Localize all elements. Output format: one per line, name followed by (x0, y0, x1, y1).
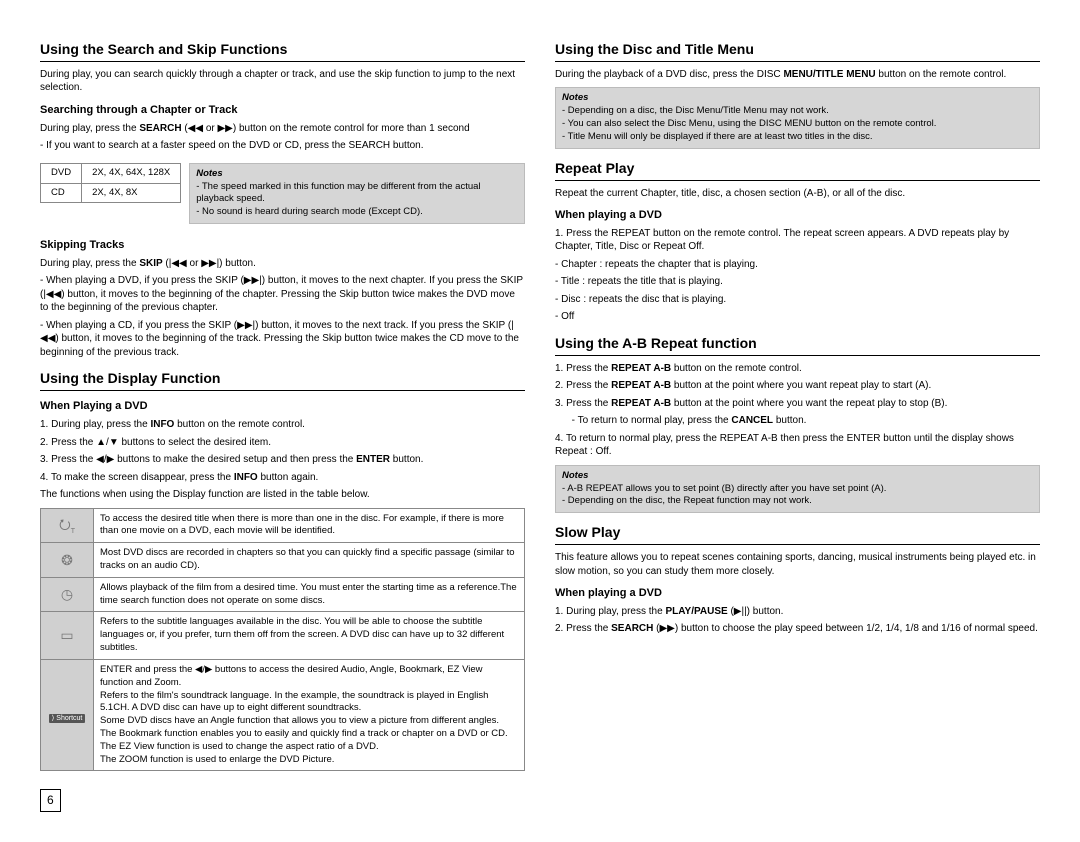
slow-l1: 1. During play, press the PLAY/PAUSE (▶|… (555, 605, 1040, 619)
chapter-desc: Most DVD discs are recorded in chapters … (94, 543, 525, 578)
skipping-line2: - When playing a DVD, if you press the S… (40, 274, 525, 315)
repeat-l4: - Disc : repeats the disc that is playin… (555, 293, 1040, 307)
ab-l1: 1. Press the REPEAT A-B button on the re… (555, 362, 1040, 376)
slow-subhead: When playing a DVD (555, 586, 1040, 601)
section-display-title: Using the Display Function (40, 369, 525, 391)
searching-subhead: Searching through a Chapter or Track (40, 103, 525, 118)
display-l4: 4. To make the screen disappear, press t… (40, 471, 525, 485)
time-icon: ◷ (41, 577, 94, 612)
disc-menu-intro: During the playback of a DVD disc, press… (555, 68, 1040, 82)
left-column: Using the Search and Skip Functions Duri… (40, 30, 525, 812)
shortcut-icon: ⟩ Shortcut (41, 659, 94, 771)
repeat-intro: Repeat the current Chapter, title, disc,… (555, 187, 1040, 201)
section-ab-title: Using the A-B Repeat function (555, 334, 1040, 356)
ab-l3: 3. Press the REPEAT A-B button at the po… (555, 397, 1040, 411)
subtitle-icon: ▭ (41, 612, 94, 659)
repeat-subhead: When playing a DVD (555, 208, 1040, 223)
title-icon: ⭮T (41, 508, 94, 543)
slow-l2: 2. Press the SEARCH (▶▶) button to choos… (555, 622, 1040, 636)
display-l3: 3. Press the ◀/▶ buttons to make the des… (40, 453, 525, 467)
page-number: 6 (40, 789, 61, 811)
ab-notes: Notes - A-B REPEAT allows you to set poi… (555, 465, 1040, 513)
skipping-line1: During play, press the SKIP (|◀◀ or ▶▶|)… (40, 257, 525, 271)
section-slow-title: Slow Play (555, 523, 1040, 545)
chapter-icon: ❂ (41, 543, 94, 578)
speed-table: DVD2X, 4X, 64X, 128X CD2X, 4X, 8X (40, 163, 181, 204)
subtitle-desc: Refers to the subtitle languages availab… (94, 612, 525, 659)
time-desc: Allows playback of the film from a desir… (94, 577, 525, 612)
display-funcs-intro: The functions when using the Display fun… (40, 488, 525, 502)
right-column: Using the Disc and Title Menu During the… (555, 30, 1040, 812)
section-search-skip-title: Using the Search and Skip Functions (40, 40, 525, 62)
display-l1: 1. During play, press the INFO button on… (40, 418, 525, 432)
speed-and-notes: DVD2X, 4X, 64X, 128X CD2X, 4X, 8X Notes … (40, 157, 525, 230)
ab-l2: 2. Press the REPEAT A-B button at the po… (555, 379, 1040, 393)
repeat-l1: 1. Press the REPEAT button on the remote… (555, 227, 1040, 254)
skipping-subhead: Skipping Tracks (40, 238, 525, 253)
section-repeat-title: Repeat Play (555, 159, 1040, 181)
manual-page: Using the Search and Skip Functions Duri… (40, 30, 1040, 812)
slow-intro: This feature allows you to repeat scenes… (555, 551, 1040, 578)
repeat-l3: - Title : repeats the title that is play… (555, 275, 1040, 289)
searching-line1: During play, press the SEARCH (◀◀ or ▶▶)… (40, 122, 525, 136)
display-subhead: When Playing a DVD (40, 399, 525, 414)
skipping-line3: - When playing a CD, if you press the SK… (40, 319, 525, 360)
title-desc: To access the desired title when there i… (94, 508, 525, 543)
disc-menu-notes: Notes - Depending on a disc, the Disc Me… (555, 87, 1040, 148)
search-skip-intro: During play, you can search quickly thro… (40, 68, 525, 95)
display-function-table: ⭮TTo access the desired title when there… (40, 508, 525, 772)
display-l2: 2. Press the ▲/▼ buttons to select the d… (40, 436, 525, 450)
section-disc-menu-title: Using the Disc and Title Menu (555, 40, 1040, 62)
repeat-l5: - Off (555, 310, 1040, 324)
repeat-l2: - Chapter : repeats the chapter that is … (555, 258, 1040, 272)
ab-l3d: - To return to normal play, press the CA… (555, 414, 1040, 428)
shortcut-desc: ENTER and press the ◀/▶ buttons to acces… (94, 659, 525, 771)
ab-l4: 4. To return to normal play, press the R… (555, 432, 1040, 459)
searching-line2: - If you want to search at a faster spee… (40, 139, 525, 153)
search-notes: Notes - The speed marked in this functio… (189, 163, 525, 224)
